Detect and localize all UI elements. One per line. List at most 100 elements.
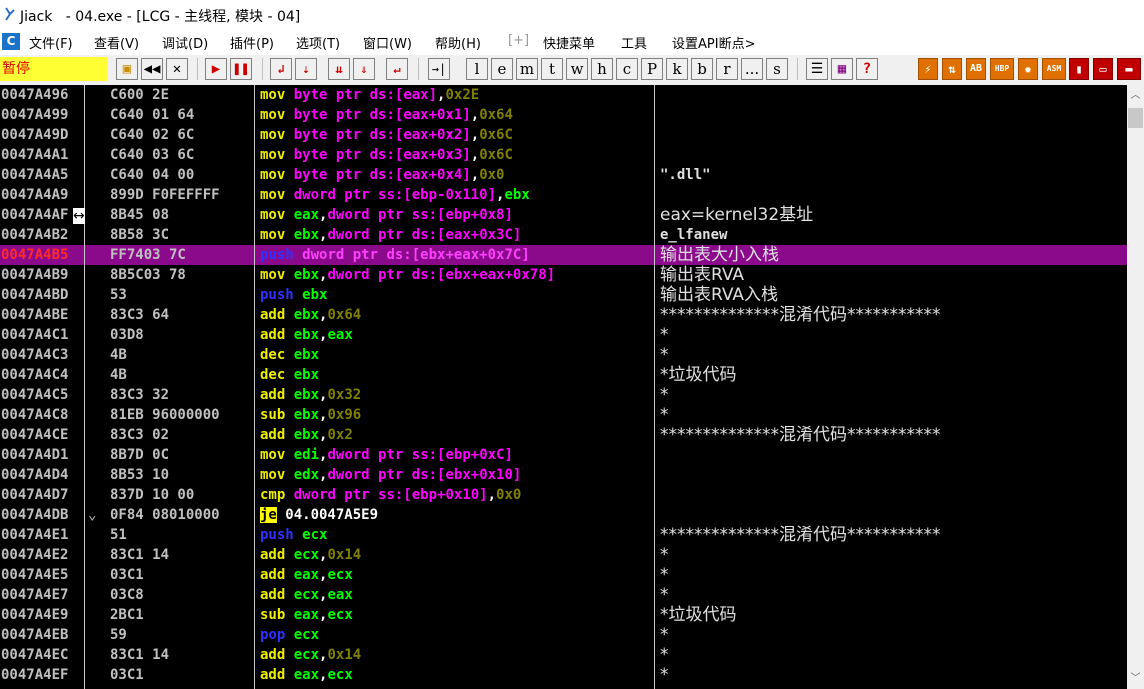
code-row[interactable]: 0047A499 C640 01 64 mov byte ptr ds:[eax+0… bbox=[0, 105, 1127, 125]
asm-token-sz: dword ptr bbox=[327, 267, 404, 283]
comment-cell: * bbox=[660, 325, 669, 345]
call-stack-button[interactable]: k bbox=[666, 58, 688, 80]
menu-item-3[interactable]: 插件(P) bbox=[230, 33, 274, 52]
plugin-window-2-icon[interactable]: ▭ bbox=[1093, 58, 1113, 80]
code-row[interactable]: 0047A4C3 4B dec ebx * bbox=[0, 345, 1127, 365]
code-row[interactable]: 0047A4AF 8B45 08 mov eax,dword ptr ss:[ebp… bbox=[0, 205, 1127, 225]
scroll-up-icon[interactable]: ︿ bbox=[1127, 87, 1144, 104]
asm-token-mem: ds:[eax+0x4] bbox=[369, 167, 471, 183]
disassembly-cell: push ecx bbox=[260, 525, 327, 545]
scroll-thumb[interactable] bbox=[1128, 108, 1143, 128]
code-row[interactable]: 0047A4A1 C640 03 6C mov byte ptr ds:[eax+0… bbox=[0, 145, 1127, 165]
menu-item-10[interactable]: 设置API断点> bbox=[672, 33, 755, 52]
asm-token-mn: mov bbox=[260, 87, 286, 103]
code-row[interactable]: 0047A4C1 03D8 add ebx,eax * bbox=[0, 325, 1127, 345]
threads-button[interactable]: t bbox=[541, 58, 563, 80]
patches-button[interactable]: P bbox=[641, 58, 663, 80]
code-row[interactable]: 0047A4B9 8B5C03 78 mov ebx,dword ptr ds:[e… bbox=[0, 265, 1127, 285]
menu-item-6[interactable]: 帮助(H) bbox=[435, 33, 481, 52]
code-row[interactable]: 0047A4D1 8B7D 0C mov edi,dword ptr ss:[ebp… bbox=[0, 445, 1127, 465]
options-icon[interactable]: ▦ bbox=[831, 58, 853, 80]
asm-token-plain bbox=[285, 547, 293, 563]
trace-over-icon[interactable]: ⇓ bbox=[353, 58, 375, 80]
code-row[interactable]: 0047A4EB 59 pop ecx * bbox=[0, 625, 1127, 645]
handles-button[interactable]: h bbox=[591, 58, 613, 80]
code-row[interactable]: 0047A4C5 83C3 32 add ebx,0x32 * bbox=[0, 385, 1127, 405]
code-row[interactable]: 0047A4A5 C640 04 00 mov byte ptr ds:[eax+0… bbox=[0, 165, 1127, 185]
system-menu-icon[interactable]: C bbox=[2, 33, 20, 50]
menu-item-5[interactable]: 窗口(W) bbox=[363, 33, 412, 52]
column-divider-hex[interactable] bbox=[254, 85, 255, 689]
step-into-icon[interactable]: ↲ bbox=[270, 58, 292, 80]
asm-token-mem: ss:[ebp+0x10] bbox=[378, 487, 488, 503]
vertical-scrollbar[interactable]: ︿ ﹀ bbox=[1127, 85, 1144, 689]
code-row[interactable]: 0047A4EF 03C1 add eax,ecx * bbox=[0, 665, 1127, 685]
code-row[interactable]: 0047A4BD 53 push ebx 输出表RVA入栈 bbox=[0, 285, 1127, 305]
code-row[interactable]: 0047A4E5 03C1 add eax,ecx * bbox=[0, 565, 1127, 585]
disassembly-pane[interactable]: 0047A496 C600 2E mov byte ptr ds:[eax],0x2… bbox=[0, 85, 1127, 689]
plugin-2-icon[interactable]: ⇅ bbox=[942, 58, 962, 80]
code-row[interactable]: 0047A49D C640 02 6C mov byte ptr ds:[eax+0… bbox=[0, 125, 1127, 145]
trace-into-icon[interactable]: ⇊ bbox=[328, 58, 350, 80]
disassembly-cell: mov edi,dword ptr ss:[ebp+0xC] bbox=[260, 445, 513, 465]
plugin-3-icon[interactable]: AB bbox=[966, 58, 986, 80]
menu-item-9[interactable]: 工具 bbox=[621, 33, 647, 52]
code-row[interactable]: 0047A4B2 8B58 3C mov ebx,dword ptr ds:[eax… bbox=[0, 225, 1127, 245]
asm-token-mem: ds:[eax+0x1] bbox=[369, 107, 471, 123]
menu-item-4[interactable]: 选项(T) bbox=[296, 33, 340, 52]
goto-icon[interactable]: →| bbox=[428, 58, 450, 80]
scroll-down-icon[interactable]: ﹀ bbox=[1127, 670, 1144, 687]
code-row[interactable]: 0047A496 C600 2E mov byte ptr ds:[eax],0x2… bbox=[0, 85, 1127, 105]
asm-token-mem: ds:[eax+0x2] bbox=[369, 127, 471, 143]
code-row[interactable]: 0047A4E1 51 push ecx **************混淆代码****… bbox=[0, 525, 1127, 545]
log-button[interactable]: l bbox=[466, 58, 488, 80]
asm-token-sz: dword ptr bbox=[302, 247, 379, 263]
cpu-button[interactable]: c bbox=[616, 58, 638, 80]
code-row[interactable]: 0047A4D7 837D 10 00 cmp dword ptr ss:[ebp+… bbox=[0, 485, 1127, 505]
executables-button[interactable]: e bbox=[491, 58, 513, 80]
menu-item-1[interactable]: 查看(V) bbox=[94, 33, 139, 52]
asm-token-sz: byte ptr bbox=[293, 147, 362, 163]
code-row[interactable]: 0047A4D4 8B53 10 mov edx,dword ptr ds:[ebx… bbox=[0, 465, 1127, 485]
selected-code-row[interactable]: 0047A4B5 FF7403 7C push dword ptr ds:[ebx+… bbox=[0, 245, 1127, 265]
plugin-gear-icon[interactable]: ✹ bbox=[1018, 58, 1038, 80]
run-icon[interactable]: ▶ bbox=[205, 58, 227, 80]
menu-item-8[interactable]: 快捷菜单 bbox=[543, 33, 595, 52]
pause-icon[interactable]: ❚❚ bbox=[230, 58, 252, 80]
code-row[interactable]: 0047A4E2 83C1 14 add ecx,0x14 * bbox=[0, 545, 1127, 565]
plugin-window-1-icon[interactable]: ▮ bbox=[1069, 58, 1089, 80]
run-trace-button[interactable]: ... bbox=[741, 58, 763, 80]
disassembly-cell: add ecx,eax bbox=[260, 585, 353, 605]
code-row[interactable]: 0047A4C8 81EB 96000000 sub ebx,0x96 * bbox=[0, 405, 1127, 425]
help-icon[interactable]: ? bbox=[856, 58, 878, 80]
code-row[interactable]: 0047A4EC 83C1 14 add ecx,0x14 * bbox=[0, 645, 1127, 665]
breakpoints-button[interactable]: b bbox=[691, 58, 713, 80]
step-over-icon[interactable]: ⇣ bbox=[295, 58, 317, 80]
close-icon[interactable]: ✕ bbox=[166, 58, 188, 80]
list-icon[interactable]: ☰ bbox=[806, 58, 828, 80]
asm-token-reg: ebx bbox=[504, 187, 530, 203]
plugin-1-icon[interactable]: ⚡ bbox=[918, 58, 938, 80]
rewind-icon[interactable]: ◀◀ bbox=[141, 58, 163, 80]
code-row[interactable]: 0047A4E7 03C8 add ecx,eax * bbox=[0, 585, 1127, 605]
source-button[interactable]: s bbox=[766, 58, 788, 80]
code-row[interactable]: 0047A4CE 83C3 02 add ebx,0x2 **************… bbox=[0, 425, 1127, 445]
code-row[interactable]: 0047A4C4 4B dec ebx *垃圾代码 bbox=[0, 365, 1127, 385]
plugin-window-3-icon[interactable]: ▬ bbox=[1117, 58, 1141, 80]
menu-item-0[interactable]: 文件(F) bbox=[29, 33, 73, 52]
menu-item-2[interactable]: 调试(D) bbox=[162, 33, 208, 52]
column-divider-address[interactable] bbox=[84, 85, 85, 689]
asm-icon[interactable]: ASM bbox=[1042, 58, 1066, 80]
code-row[interactable]: 0047A4E9 2BC1 sub eax,ecx *垃圾代码 bbox=[0, 605, 1127, 625]
asm-token-sz: byte ptr bbox=[293, 107, 362, 123]
open-icon[interactable]: ▣ bbox=[116, 58, 138, 80]
code-row[interactable]: 0047A4BE 83C3 64 add ebx,0x64 *************… bbox=[0, 305, 1127, 325]
code-row[interactable]: 0047A4A9 899D F0FEFFFF mov dword ptr ss:[e… bbox=[0, 185, 1127, 205]
execute-till-return-icon[interactable]: ↵ bbox=[386, 58, 408, 80]
memory-button[interactable]: m bbox=[516, 58, 538, 80]
column-divider-disasm[interactable] bbox=[654, 85, 655, 689]
references-button[interactable]: r bbox=[716, 58, 738, 80]
windows-button[interactable]: w bbox=[566, 58, 588, 80]
code-row[interactable]: 0047A4DB ⌄ 0F84 08010000 je 04.0047A5E9 bbox=[0, 505, 1127, 525]
hbp-icon[interactable]: HBP bbox=[990, 58, 1014, 80]
